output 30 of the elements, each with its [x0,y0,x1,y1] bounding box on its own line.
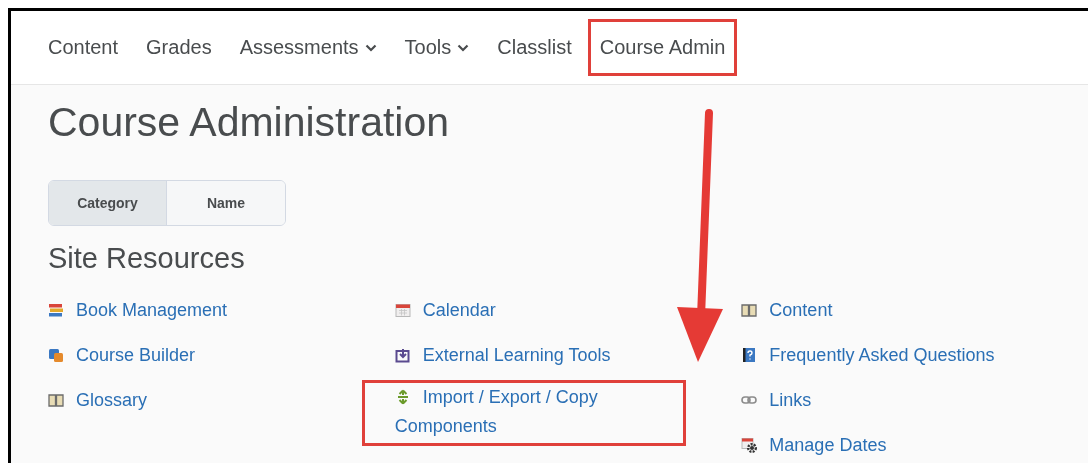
launch-icon [394,347,411,363]
view-toggle-button[interactable]: Name [167,181,285,225]
section-heading: Site Resources [48,241,246,276]
nav-link[interactable]: Classlist [485,19,584,76]
resource-link[interactable]: External Learning Tools [391,337,668,373]
page-title: Course Administration [48,98,451,147]
calendar-icon [394,302,411,318]
calendar-gear-icon [741,437,758,453]
resource-link[interactable]: Calendar [391,292,668,328]
resource-link[interactable]: Book Management [45,292,321,328]
resource-link[interactable]: Frequently Asked Questions [738,337,1015,373]
view-toggle-button[interactable]: Category [49,181,167,225]
nav-link[interactable]: Course Admin [587,19,738,76]
open-book-icon [741,302,758,318]
resource-link[interactable]: Import / Export / Copy Components [361,380,686,446]
resource-link[interactable]: Links [738,382,1015,418]
nav-link[interactable]: Assessments [227,19,389,76]
chevron-down-icon [364,43,377,52]
nav-link[interactable]: Content [36,19,131,76]
help-book-icon [741,347,758,363]
blocks-icon [48,347,64,363]
resource-link[interactable]: Manage Dates [738,427,1015,463]
resource-link[interactable]: Content [738,292,1015,328]
chevron-down-icon [457,43,470,52]
nav-link[interactable]: Grades [134,19,224,76]
open-book-icon [48,392,64,408]
books-icon [48,302,64,318]
nav-link[interactable]: Tools [392,19,482,76]
resource-link[interactable]: Glossary [45,382,321,418]
resource-link[interactable]: Course Builder [45,337,321,373]
